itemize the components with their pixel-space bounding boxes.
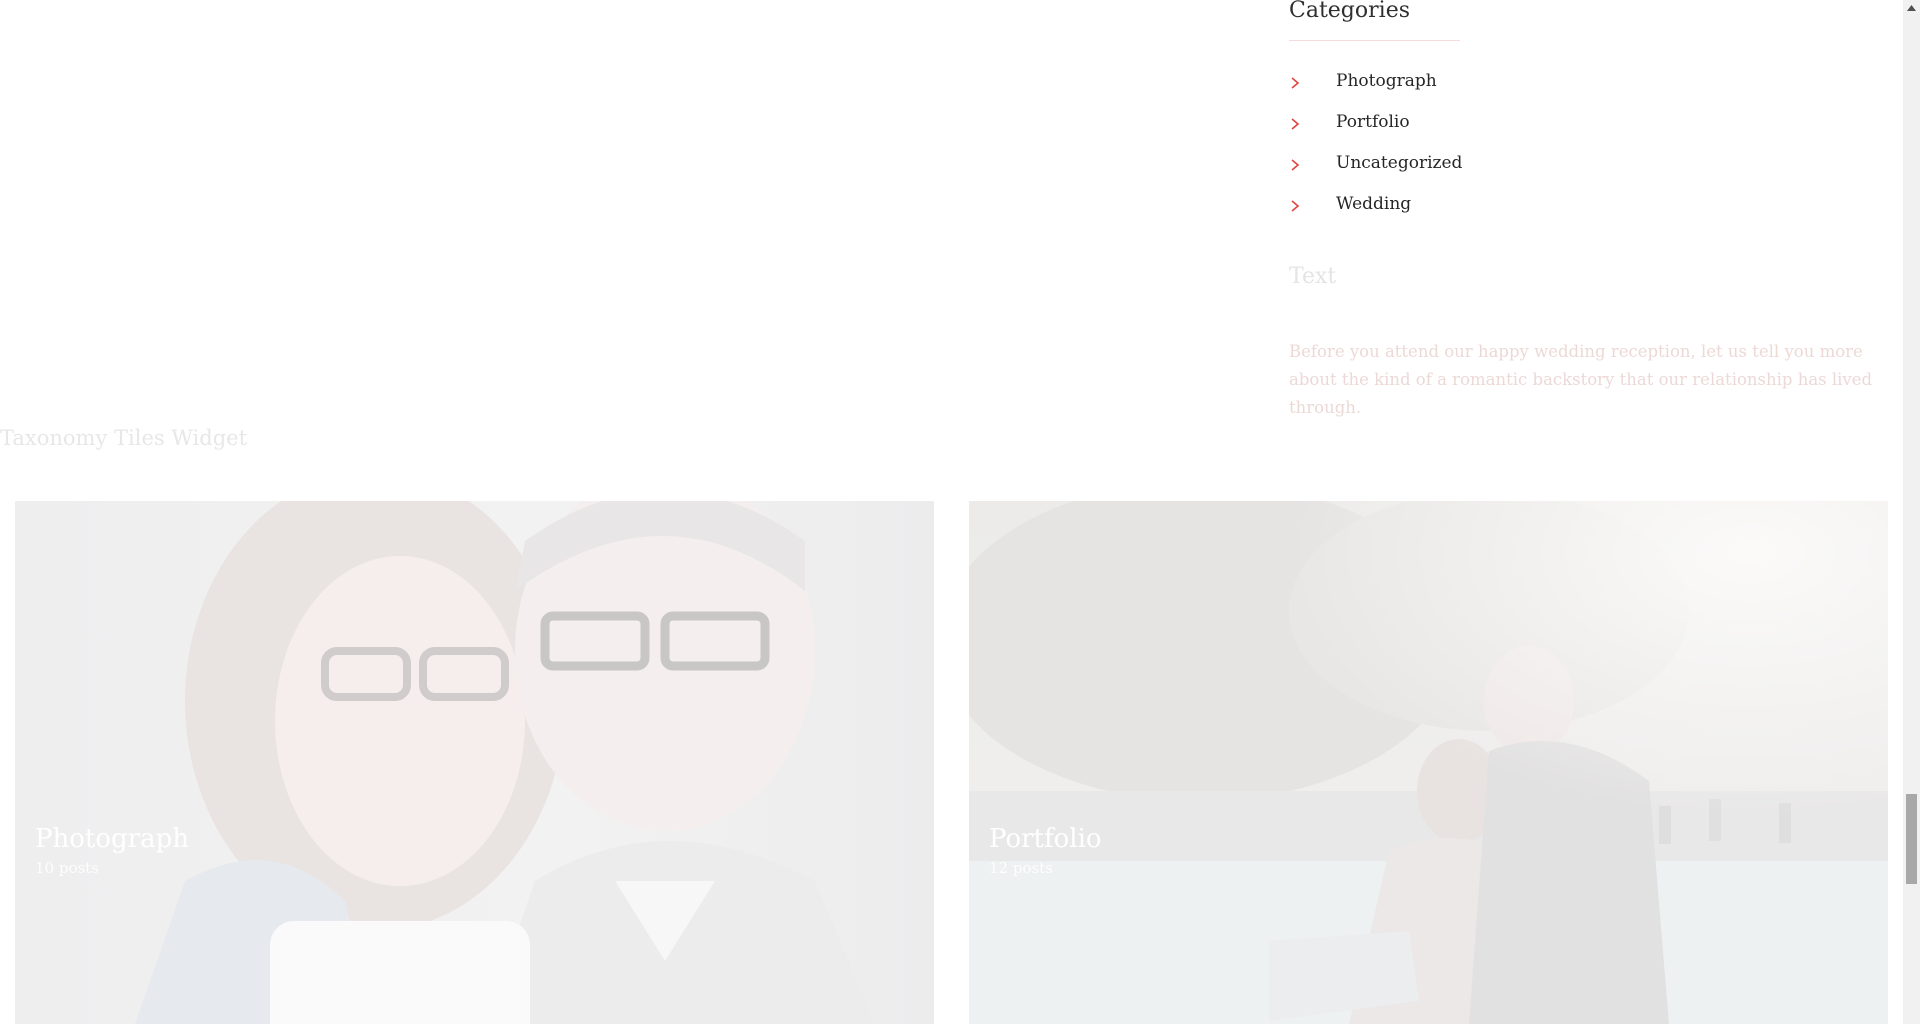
page: Categories Photograph Portfolio Uncatego… [0,0,1920,1024]
category-link[interactable]: Wedding [1336,193,1411,215]
taxonomy-tile-photograph[interactable]: Photograph 10 posts [15,501,934,1024]
tile-caption: Portfolio 12 posts [989,823,1102,877]
vertical-scrollbar[interactable] [1903,0,1920,1024]
text-widget-title: Text [1289,264,1337,289]
taxonomy-tile-portfolio[interactable]: Portfolio 12 posts [969,501,1888,1024]
chevron-right-icon [1291,200,1300,212]
tile-post-count: 10 posts [35,859,99,877]
category-link[interactable]: Portfolio [1336,111,1410,133]
categories-title: Categories [1289,0,1410,23]
tile-caption: Photograph 10 posts [35,823,189,877]
scrollbar-thumb[interactable] [1906,794,1917,884]
category-link[interactable]: Photograph [1336,70,1437,92]
couple-fountain-photo [969,501,1888,1024]
tile-title[interactable]: Portfolio [989,823,1102,855]
text-widget-body: Before you attend our happy wedding rece… [1289,342,1873,417]
title-divider [1289,40,1460,41]
taxonomy-widget-title: Taxonomy Tiles Widget [0,426,248,450]
tile-post-count: 12 posts [989,859,1053,877]
category-link[interactable]: Uncategorized [1336,152,1462,174]
tile-title[interactable]: Photograph [35,823,189,855]
couple-selfie-photo [15,501,934,1024]
chevron-right-icon [1291,118,1300,130]
arrow-up-icon[interactable] [1903,0,1920,17]
chevron-right-icon [1291,77,1300,89]
chevron-right-icon [1291,159,1300,171]
